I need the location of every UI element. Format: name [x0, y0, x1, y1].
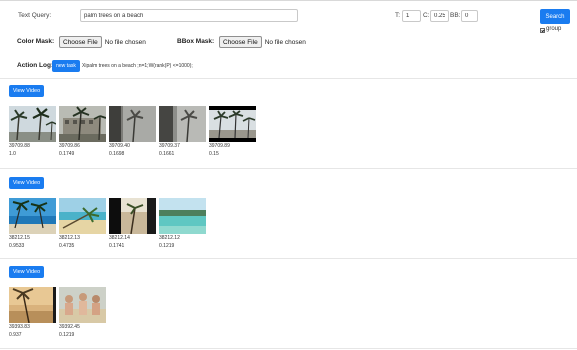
view-video-button[interactable]: View Video [9, 85, 44, 97]
frame-thumbnail[interactable] [109, 198, 156, 234]
frame-thumbnail[interactable] [159, 198, 206, 234]
frame-score: 0.1741 [109, 243, 125, 249]
group-label: group [546, 26, 562, 32]
param-t-label: T: [395, 12, 401, 19]
top-divider [0, 0, 577, 1]
view-video-button[interactable]: View Video [9, 177, 44, 189]
bbox-mask-choose-button[interactable]: Choose File [219, 36, 262, 48]
frame-score: 1.0 [9, 151, 16, 157]
video-group-1: View Video 39709.88 1.0 39709.86 0.1749 … [9, 85, 256, 158]
frame-score: 0.9533 [9, 243, 25, 249]
search-button[interactable]: Search [540, 9, 570, 24]
frame-id: 38212.12 [159, 235, 180, 241]
frame-item[interactable]: 39709.40 0.1698 [109, 106, 156, 158]
frame-id: 39393.83 [9, 324, 30, 330]
frame-thumbnail[interactable] [59, 287, 106, 323]
frame-list: 39709.88 1.0 39709.86 0.1749 39709.40 0.… [9, 106, 256, 158]
frame-list: 38212.15 0.9533 38212.13 0.4735 38212.14… [9, 198, 206, 250]
group-divider [0, 168, 577, 169]
frame-item[interactable]: 39709.89 0.15 [209, 106, 256, 158]
frame-item[interactable]: 39709.86 0.1749 [59, 106, 106, 158]
header-divider [0, 78, 577, 79]
frame-score: 0.1661 [159, 151, 175, 157]
frame-item[interactable]: 38212.15 0.9533 [9, 198, 56, 250]
frame-item[interactable]: 38212.14 0.1741 [109, 198, 156, 250]
frame-thumbnail[interactable] [59, 106, 106, 142]
frame-score: 0.937 [9, 332, 22, 338]
param-c-input[interactable] [430, 10, 449, 22]
frame-score: 0.1698 [109, 151, 125, 157]
frame-item[interactable]: 39709.88 1.0 [9, 106, 56, 158]
frame-id: 38212.13 [59, 235, 80, 241]
param-bb-label: BB: [450, 12, 461, 19]
frame-item[interactable]: 38212.13 0.4735 [59, 198, 106, 250]
frame-thumbnail[interactable] [109, 106, 156, 142]
text-query-label: Text Query: [18, 12, 52, 19]
frame-id: 39709.40 [109, 143, 130, 149]
action-log-text: Xipalm trees on a beach ;n=1;W(rank(P) <… [82, 63, 193, 69]
frame-item[interactable]: 39392.45 0.1219 [59, 287, 106, 339]
frame-list: 39393.83 0.937 39392.45 0.1219 [9, 287, 106, 339]
group-divider [0, 258, 577, 259]
param-c-label: C: [423, 12, 430, 19]
frame-score: 0.1219 [159, 243, 175, 249]
frame-score: 0.15 [209, 151, 219, 157]
frame-item[interactable]: 38212.12 0.1219 [159, 198, 206, 250]
bbox-mask-label: BBox Mask: [177, 38, 215, 45]
frame-id: 38212.15 [9, 235, 30, 241]
frame-thumbnail[interactable] [59, 198, 106, 234]
frame-id: 39709.88 [9, 143, 30, 149]
video-group-2: View Video 38212.15 0.9533 38212.13 0.47… [9, 177, 206, 250]
bbox-mask-status: No file chosen [264, 38, 306, 46]
new-task-button[interactable]: new task [52, 60, 80, 72]
frame-item[interactable]: 39393.83 0.937 [9, 287, 56, 339]
frame-id: 39392.45 [59, 324, 80, 330]
action-log-label: Action Log: [17, 62, 54, 69]
param-bb-input[interactable] [461, 10, 478, 22]
frame-thumbnail[interactable] [209, 106, 256, 142]
color-mask-choose-button[interactable]: Choose File [59, 36, 102, 48]
view-video-button[interactable]: View Video [9, 266, 44, 278]
bbox-mask-file-input[interactable]: Choose File No file chosen [219, 36, 306, 48]
group-checkbox[interactable] [540, 27, 545, 33]
frame-item[interactable]: 39709.37 0.1661 [159, 106, 206, 158]
color-mask-file-input[interactable]: Choose File No file chosen [59, 36, 146, 48]
color-mask-label: Color Mask: [17, 38, 55, 45]
param-t-input[interactable] [402, 10, 421, 22]
frame-id: 39709.89 [209, 143, 230, 149]
video-group-3: View Video 39393.83 0.937 39392.45 0.121… [9, 266, 106, 339]
color-mask-status: No file chosen [104, 38, 146, 46]
frame-thumbnail[interactable] [9, 106, 56, 142]
frame-thumbnail[interactable] [159, 106, 206, 142]
bottom-divider [0, 348, 577, 349]
frame-id: 38212.14 [109, 235, 130, 241]
frame-score: 0.1219 [59, 332, 75, 338]
frame-thumbnail[interactable] [9, 287, 56, 323]
frame-score: 0.1749 [59, 151, 75, 157]
group-toggle[interactable]: group [540, 26, 562, 33]
frame-score: 0.4735 [59, 243, 75, 249]
frame-thumbnail[interactable] [9, 198, 56, 234]
frame-id: 39709.37 [159, 143, 180, 149]
text-query-input[interactable] [80, 9, 298, 22]
frame-id: 39709.86 [59, 143, 80, 149]
